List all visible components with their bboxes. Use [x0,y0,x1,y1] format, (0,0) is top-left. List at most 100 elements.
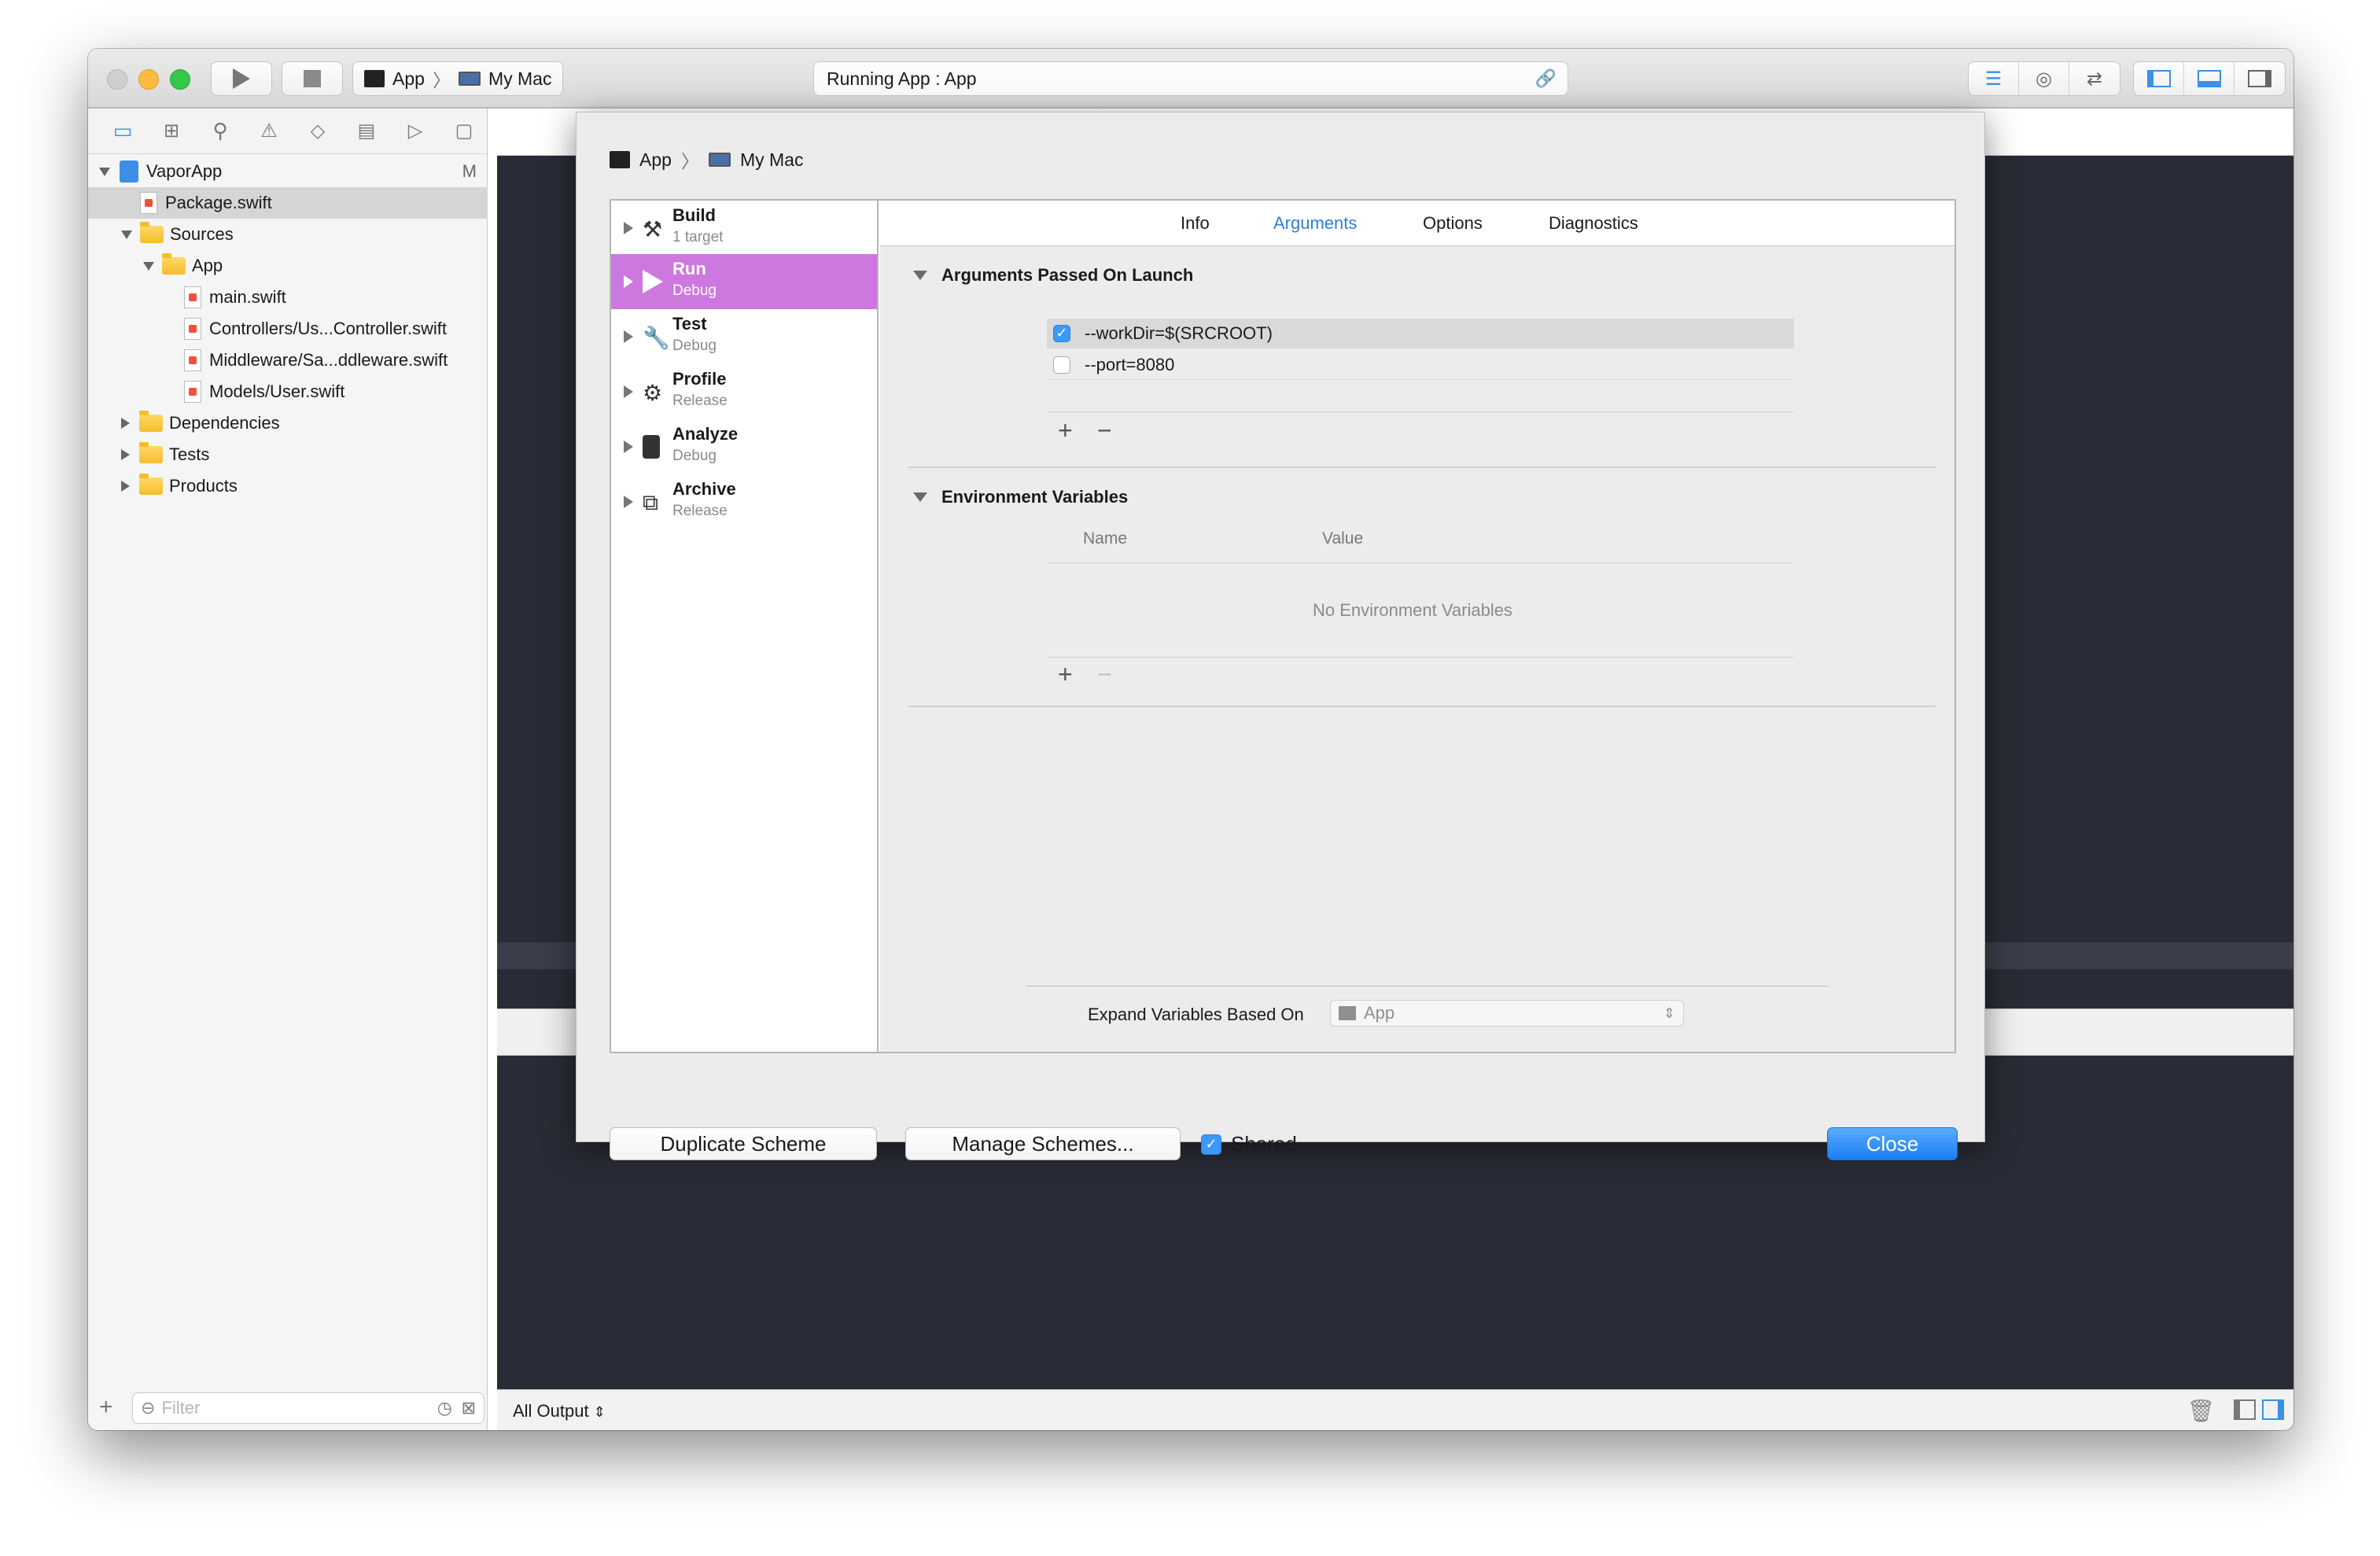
folder-icon [139,442,163,463]
scheme-action-list: ⚒ Build 1 target Run Debug 🔧 Test Debug [611,201,879,1052]
env-column-name[interactable]: Name [1083,529,1127,548]
close-button[interactable]: Close [1827,1127,1958,1160]
env-column-value[interactable]: Value [1322,529,1363,548]
remove-argument-button[interactable]: − [1097,418,1112,443]
filter-field[interactable]: ⊖ Filter ◷ ⊠ [132,1392,484,1424]
close-window-button[interactable] [107,69,127,90]
swift-file-icon [184,286,201,308]
expand-variables-popup[interactable]: App ⇕ [1330,1000,1684,1027]
bottom-panel-icon [2197,70,2221,87]
action-name: Build [672,205,716,225]
utilities-toggle-button[interactable] [2234,62,2285,95]
console-bar: All Output ⇕ 🗑 [497,1389,2293,1430]
divider [1047,562,1794,563]
xcode-window: App 〉 My Mac Running App : App 🔗 ☰ ◎ ⇄ ▭… [88,49,2293,1430]
hierarchy-icon[interactable]: ⊞ [157,117,186,146]
folder-icon [139,474,163,495]
action-run[interactable]: Run Debug [611,254,877,309]
tree-item-tests[interactable]: Tests [88,439,488,470]
analyze-icon [643,435,660,459]
argument-value[interactable]: --port=8080 [1085,355,1174,375]
warning-icon[interactable]: ⚠ [255,117,283,146]
argument-row[interactable]: ✓ --workDir=$(SRCROOT) [1047,319,1794,348]
remove-env-button[interactable]: − [1097,662,1112,687]
tree-item-controller[interactable]: Controllers/Us...Controller.swift [88,313,488,345]
split-left-icon[interactable] [2234,1399,2256,1420]
run-button[interactable] [211,61,272,96]
tree-item-label: main.swift [209,287,286,307]
scope-icon[interactable]: ⊠ [462,1398,476,1418]
disclosure-open-icon [913,271,927,280]
argument-checkbox[interactable]: ✓ [1053,324,1070,342]
action-test[interactable]: 🔧 Test Debug [611,309,877,364]
arguments-section-header[interactable]: Arguments Passed On Launch [913,265,1193,286]
action-build[interactable]: ⚒ Build 1 target [611,201,877,256]
right-panel-icon [2248,70,2271,87]
action-name: Test [672,314,707,334]
tab-options[interactable]: Options [1423,213,1483,234]
trash-icon[interactable]: 🗑 [2187,1398,2215,1424]
tree-item-middleware[interactable]: Middleware/Sa...ddleware.swift [88,345,488,376]
argument-row[interactable]: --port=8080 [1047,350,1794,380]
navigator-toggle-button[interactable] [2134,62,2184,95]
tree-item-products[interactable]: Products [88,470,488,502]
add-argument-button[interactable]: + [1058,418,1073,443]
tree-item-main[interactable]: main.swift [88,282,488,313]
tag-icon[interactable]: ▷ [401,117,429,146]
section-title: Environment Variables [941,487,1129,507]
list-icon[interactable]: ▤ [352,117,381,146]
version-editor-button[interactable]: ⇄ [2069,62,2120,95]
tab-arguments[interactable]: Arguments [1273,213,1357,234]
action-sub: Debug [672,448,717,464]
disclosure-open-icon [913,492,927,502]
duplicate-scheme-button[interactable]: Duplicate Scheme [610,1127,877,1160]
assistant-editor-button[interactable]: ◎ [2019,62,2069,95]
play-icon [233,68,250,89]
argument-value[interactable]: --workDir=$(SRCROOT) [1085,323,1273,344]
manage-schemes-button[interactable]: Manage Schemes... [905,1127,1181,1160]
tree-item-sources[interactable]: Sources [88,219,488,250]
laptop-icon [458,72,481,86]
comment-icon[interactable]: ▢ [450,117,478,146]
clock-icon[interactable]: ◷ [437,1398,452,1418]
split-right-icon[interactable] [2262,1399,2284,1420]
disclosure-open-icon [99,167,110,176]
disclosure-closed-icon [121,449,130,460]
add-file-button[interactable]: + [99,1394,113,1421]
tree-item-dependencies[interactable]: Dependencies [88,407,488,439]
view-toggle-control [2133,61,2286,96]
env-section-header[interactable]: Environment Variables [913,487,1128,507]
folder-icon[interactable]: ▭ [109,117,137,146]
argument-checkbox[interactable] [1053,356,1070,374]
action-profile[interactable]: ⚙ Profile Release [611,364,877,419]
swift-file-icon [184,381,201,403]
zoom-window-button[interactable] [170,69,190,90]
standard-editor-button[interactable]: ☰ [1969,62,2019,95]
action-sub: Debug [672,337,717,354]
action-detail-pane: Info Arguments Options Diagnostics Argum… [880,201,1954,1052]
output-selector[interactable]: All Output ⇕ [513,1401,606,1421]
tree-item-package[interactable]: Package.swift [88,187,488,219]
project-row[interactable]: VaporApp M [88,156,488,187]
stop-button[interactable] [282,61,343,96]
debug-toggle-button[interactable] [2184,62,2234,95]
sheet-scheme-name[interactable]: App [639,149,672,171]
minimize-window-button[interactable] [138,69,159,90]
sheet-destination[interactable]: My Mac [740,149,804,171]
shared-checkbox[interactable]: ✓ [1201,1134,1221,1155]
shared-checkbox-row[interactable]: ✓ Shared [1201,1132,1297,1156]
action-analyze[interactable]: Analyze Debug [611,419,877,474]
add-env-button[interactable]: + [1058,662,1073,687]
search-icon[interactable]: ⚲ [206,117,234,146]
tab-diagnostics[interactable]: Diagnostics [1549,213,1638,234]
scheme-selector[interactable]: App 〉 My Mac [352,61,564,96]
folder-icon [139,411,163,432]
diamond-icon[interactable]: ◇ [304,117,332,146]
tree-item-label: Controllers/Us...Controller.swift [209,319,447,338]
tree-item-label: Products [169,476,238,496]
tree-item-user-model[interactable]: Models/User.swift [88,376,488,407]
tree-item-app[interactable]: App [88,250,488,282]
action-archive[interactable]: ⧉ Archive Release [611,474,877,529]
env-empty-message: No Environment Variables [1313,600,1512,620]
tab-info[interactable]: Info [1181,213,1210,234]
